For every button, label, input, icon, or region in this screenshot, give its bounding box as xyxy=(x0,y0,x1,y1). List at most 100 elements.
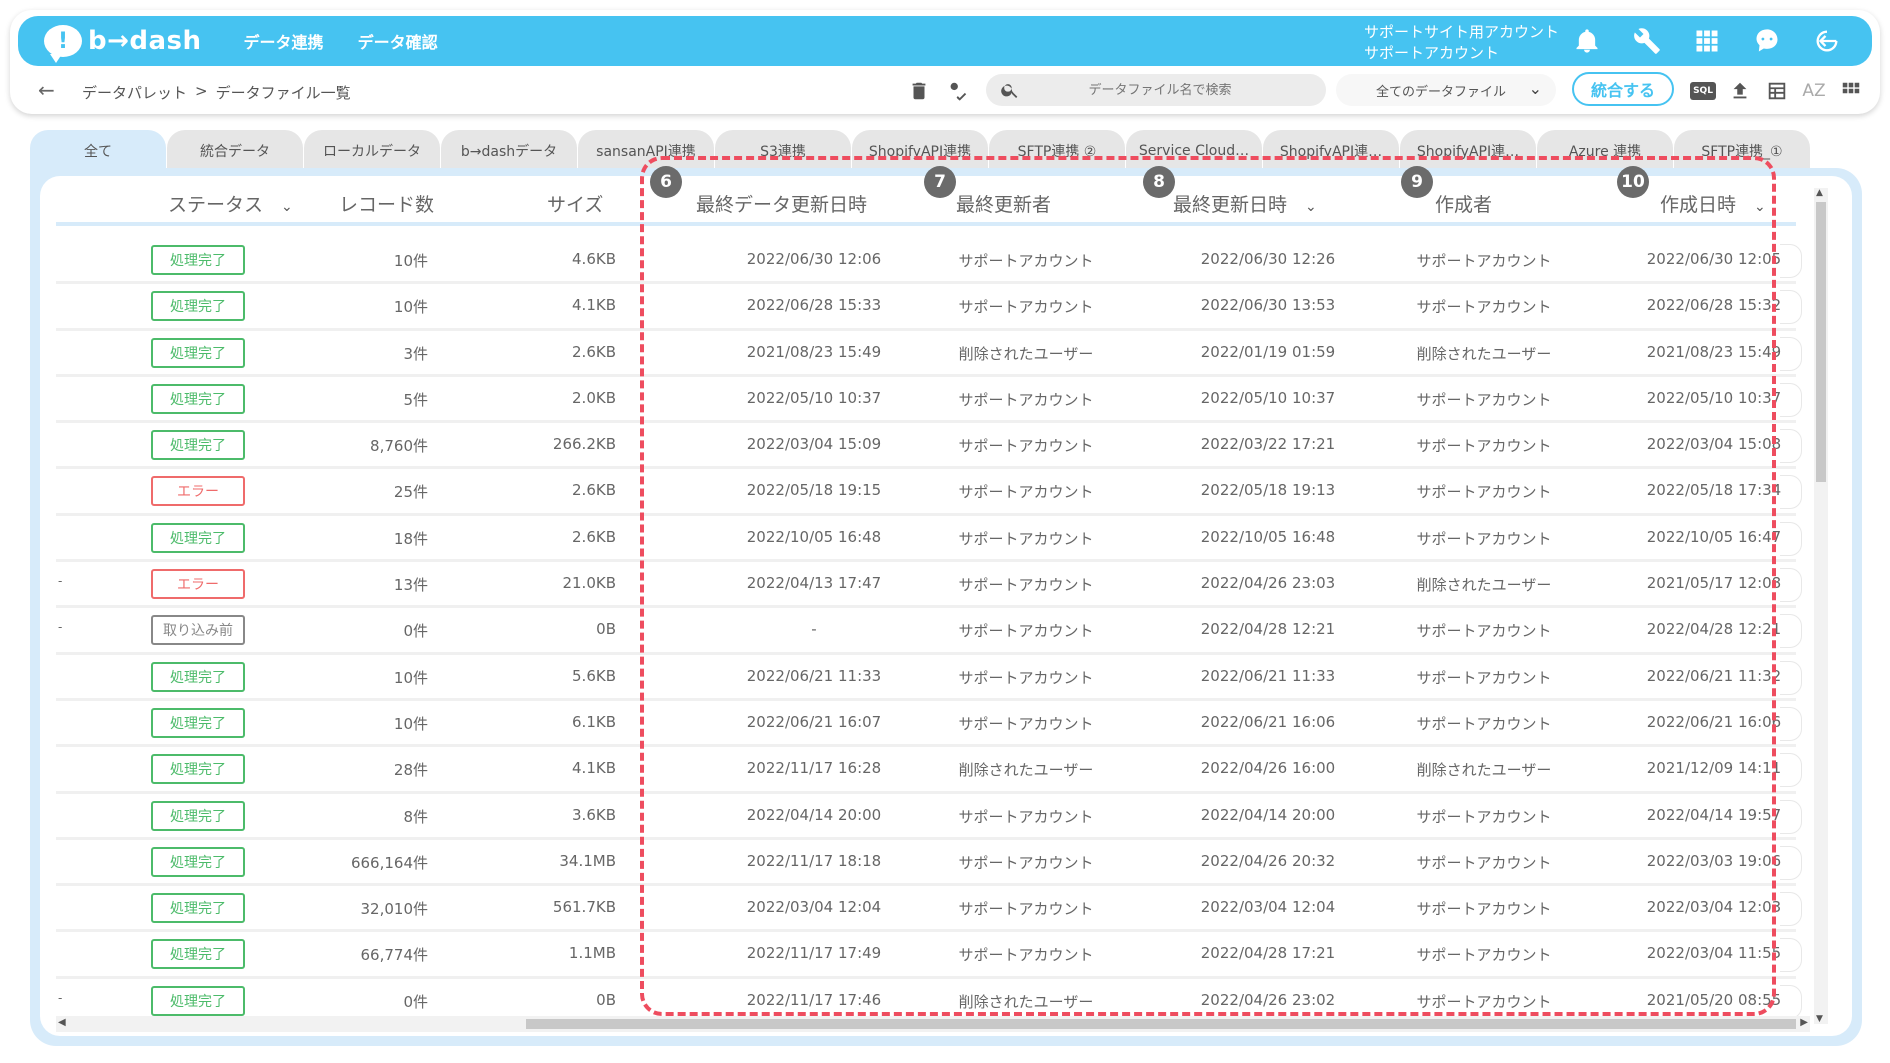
status-badge[interactable]: 処理完了 xyxy=(151,337,245,368)
breadcrumb-data-palette[interactable]: データパレット xyxy=(82,82,187,103)
search-input[interactable] xyxy=(1020,82,1300,98)
status-badge[interactable]: 処理完了 xyxy=(151,383,245,414)
table-row[interactable]: 処理完了 18件 2.6KB 2022/10/05 16:48 サポートアカウント 202… xyxy=(56,516,1802,563)
table-row[interactable]: 処理完了 66,774件 1.1MB 2022/11/17 17:49 サポートアカウン… xyxy=(56,932,1802,979)
column-created[interactable]: 作成日時 ⌄ xyxy=(1660,190,1766,217)
tab-shopify-api-2[interactable]: ShopifyAPI連… xyxy=(1263,130,1399,172)
cell-size: 2.6KB xyxy=(572,481,616,500)
sort-az-icon[interactable]: AZ xyxy=(1801,78,1827,104)
tab-all[interactable]: 全て xyxy=(30,130,166,172)
status-badge[interactable]: 処理完了 xyxy=(151,985,245,1016)
column-last-updater[interactable]: 最終更新者 xyxy=(956,190,1051,217)
table-row[interactable]: - 取り込み前 0件 0B - サポートアカウント 2022/04/28 12:21 サポート… xyxy=(56,608,1802,655)
status-badge[interactable]: 処理完了 xyxy=(151,754,245,785)
sql-icon[interactable]: SQL xyxy=(1690,78,1716,104)
status-badge[interactable]: 処理完了 xyxy=(151,846,245,877)
table-row[interactable]: 処理完了 10件 4.1KB 2022/06/28 15:33 サポートアカウント 202… xyxy=(56,284,1802,331)
table-row[interactable]: 処理完了 10件 6.1KB 2022/06/21 16:07 サポートアカウント 202… xyxy=(56,701,1802,748)
file-filter-select[interactable]: 全てのデータファイル ⌄ xyxy=(1336,74,1556,106)
scroll-left-icon[interactable]: ◀ xyxy=(58,1017,66,1028)
horizontal-scroll-thumb[interactable] xyxy=(526,1019,1796,1029)
status-badge[interactable]: エラー xyxy=(151,476,245,507)
grid-icon[interactable] xyxy=(1690,24,1724,58)
scroll-right-icon[interactable]: ▶ xyxy=(1800,1017,1808,1028)
status-badge[interactable]: 処理完了 xyxy=(151,939,245,970)
app-logo[interactable]: ! b→dash xyxy=(44,25,202,63)
chevron-down-icon: ⌄ xyxy=(1528,79,1542,98)
cell-records: 10件 xyxy=(393,252,428,270)
account-info[interactable]: サポートサイト用アカウント サポートアカウント xyxy=(1364,22,1559,64)
nav-data-integration[interactable]: データ連携 xyxy=(244,29,324,53)
column-last-data-update[interactable]: 最終データ更新日時 xyxy=(696,190,867,217)
vertical-scroll-thumb[interactable] xyxy=(1816,202,1826,482)
tab-sftp-1[interactable]: SFTP連携_① xyxy=(1674,130,1810,172)
annotation-badge-7: 7 xyxy=(924,166,956,198)
grid-view-icon[interactable] xyxy=(1838,78,1864,104)
table-body: 処理完了 10件 4.6KB 2022/06/30 12:06 サポートアカウント 202… xyxy=(56,238,1802,1026)
upload-icon[interactable] xyxy=(1727,78,1753,104)
status-badge[interactable]: 処理完了 xyxy=(151,800,245,831)
tab-shopify-api[interactable]: ShopifyAPI連携 xyxy=(852,130,988,172)
status-badge[interactable]: 処理完了 xyxy=(151,661,245,692)
status-badge[interactable]: 取り込み前 xyxy=(151,615,245,646)
cell-size: 4.1KB xyxy=(572,296,616,315)
status-badge[interactable]: 処理完了 xyxy=(151,291,245,322)
logo-icon: ! xyxy=(44,25,82,63)
tab-s3[interactable]: S3連携 xyxy=(715,130,851,172)
chevron-down-icon[interactable]: ⌄ xyxy=(1754,199,1766,215)
table-row[interactable]: 処理完了 666,164件 34.1MB 2022/11/17 18:18 サポートアカ… xyxy=(56,840,1802,887)
table-row[interactable]: 処理完了 8,760件 266.2KB 2022/03/04 15:09 サポートアカウ… xyxy=(56,423,1802,470)
tab-service-cloud[interactable]: Service Cloud… xyxy=(1126,130,1262,172)
bell-icon[interactable] xyxy=(1570,24,1604,58)
tab-merged-data[interactable]: 統合データ xyxy=(167,130,303,172)
cell-last-update: 2022/03/04 12:04 xyxy=(1200,898,1336,917)
table-row[interactable]: エラー 25件 2.6KB 2022/05/18 19:15 サポートアカウント 2022… xyxy=(56,469,1802,516)
tab-sftp-2[interactable]: SFTP連携 ② xyxy=(989,130,1125,172)
status-badge[interactable]: 処理完了 xyxy=(151,893,245,924)
cell-creator: サポートアカウント xyxy=(1416,714,1552,733)
logout-icon[interactable] xyxy=(1810,24,1844,58)
scroll-down-icon[interactable]: ▼ xyxy=(1816,1014,1823,1024)
status-badge[interactable]: 処理完了 xyxy=(151,430,245,461)
chevron-down-icon[interactable]: ⌄ xyxy=(1305,199,1317,215)
table-icon[interactable] xyxy=(1764,78,1790,104)
row-end-cap xyxy=(1780,568,1802,603)
tab-bdash-data[interactable]: b→dashデータ xyxy=(441,130,577,172)
column-size[interactable]: サイズ xyxy=(547,190,603,217)
user-check-icon[interactable] xyxy=(944,78,970,104)
table-row[interactable]: 処理完了 10件 4.6KB 2022/06/30 12:06 サポートアカウント 202… xyxy=(56,238,1802,285)
category-tabs: 全て 統合データ ローカルデータ b→dashデータ sansanAPI連携 S… xyxy=(30,130,1811,172)
trash-icon[interactable] xyxy=(906,78,932,104)
nav-data-check[interactable]: データ確認 xyxy=(358,29,438,53)
table-row[interactable]: 処理完了 10件 5.6KB 2022/06/21 11:33 サポートアカウント 202… xyxy=(56,655,1802,701)
tab-sansan-api[interactable]: sansanAPI連携 xyxy=(578,130,714,172)
column-creator[interactable]: 作成者 xyxy=(1435,190,1492,217)
table-row[interactable]: 処理完了 28件 4.1KB 2022/11/17 16:28 削除されたユーザー 202… xyxy=(56,747,1802,794)
table-row[interactable]: 処理完了 32,010件 561.7KB 2022/03/04 12:04 サポートアカ… xyxy=(56,886,1802,933)
column-records[interactable]: レコード数 xyxy=(339,190,434,217)
scroll-up-icon[interactable]: ▲ xyxy=(1816,188,1823,198)
status-badge[interactable]: 処理完了 xyxy=(151,707,245,738)
column-last-update[interactable]: 最終更新日時 ⌄ xyxy=(1173,190,1317,217)
vertical-scrollbar[interactable]: ▲ ▼ xyxy=(1814,188,1828,1024)
cell-records: 3件 xyxy=(403,344,428,363)
table-row[interactable]: 処理完了 5件 2.0KB 2022/05/10 10:37 サポートアカウント 2022… xyxy=(56,377,1802,424)
row-end-cap xyxy=(1780,521,1802,556)
wrench-icon[interactable] xyxy=(1630,24,1664,58)
support-icon[interactable] xyxy=(1750,24,1784,58)
cell-last-updater: サポートアカウント xyxy=(958,714,1094,733)
column-status[interactable]: ステータス ⌄ xyxy=(168,190,293,217)
chevron-down-icon[interactable]: ⌄ xyxy=(281,199,293,215)
status-badge[interactable]: エラー xyxy=(151,569,245,600)
merge-button[interactable]: 統合する xyxy=(1572,72,1674,106)
table-row[interactable]: 処理完了 3件 2.6KB 2021/08/23 15:49 削除されたユーザー 2022… xyxy=(56,331,1802,377)
horizontal-scrollbar[interactable]: ◀ ▶ xyxy=(56,1016,1810,1032)
status-badge[interactable]: 処理完了 xyxy=(151,522,245,553)
back-arrow-icon[interactable]: ← xyxy=(38,78,55,102)
tab-azure[interactable]: Azure 連携 xyxy=(1537,130,1673,172)
row-end-cap xyxy=(1780,938,1802,973)
table-row[interactable]: 処理完了 8件 3.6KB 2022/04/14 20:00 サポートアカウント 2022… xyxy=(56,794,1802,840)
status-badge[interactable]: 処理完了 xyxy=(151,245,245,275)
tab-local-data[interactable]: ローカルデータ xyxy=(304,130,440,172)
table-row[interactable]: - エラー 13件 21.0KB 2022/04/13 17:47 サポートアカウント 20… xyxy=(56,562,1802,609)
